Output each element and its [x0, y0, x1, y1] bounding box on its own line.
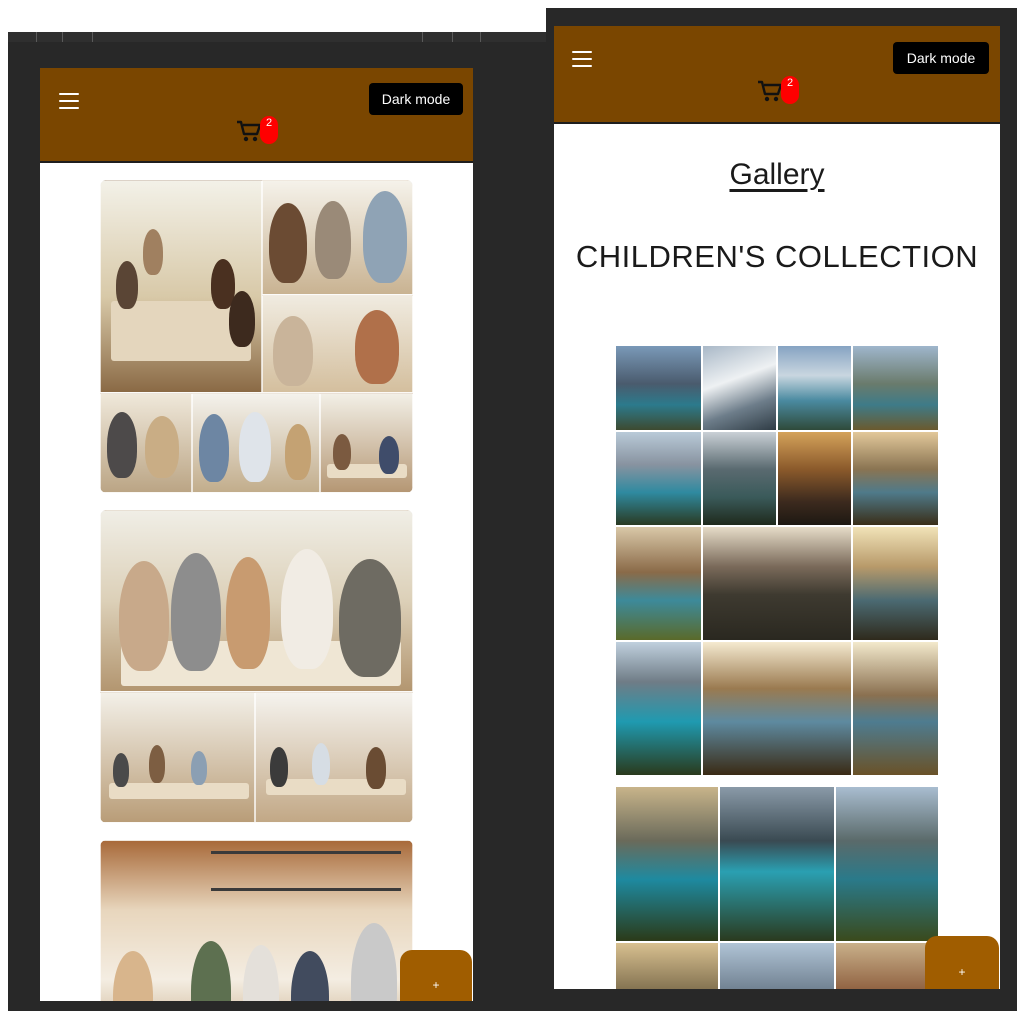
- cart-icon: [237, 120, 262, 142]
- toolbar-divider: [452, 32, 453, 42]
- cart-count-badge: 2: [781, 76, 799, 104]
- cart-count-badge: 2: [260, 116, 278, 144]
- gallery-image-team-meeting[interactable]: [100, 180, 413, 493]
- toolbar-divider: [480, 32, 481, 42]
- hamburger-icon[interactable]: [59, 93, 79, 114]
- gallery-image-alpine-lakes[interactable]: [615, 786, 939, 989]
- mobile-preview-left: Dark mode 2 +: [40, 68, 473, 1001]
- collection-heading: CHILDREN'S COLLECTION: [575, 239, 979, 274]
- toolbar-divider: [36, 32, 37, 42]
- add-button[interactable]: +: [925, 936, 999, 989]
- mobile-preview-right: Dark mode 2 Gallery CHILDREN'S COLLECTIO…: [554, 26, 1000, 989]
- gallery-image-team-celebration[interactable]: [100, 510, 413, 823]
- toolbar-divider: [92, 32, 93, 42]
- toolbar-divider: [62, 32, 63, 42]
- site-header: Dark mode 2: [554, 26, 1000, 124]
- gallery-image-team-office[interactable]: [100, 840, 413, 1001]
- hamburger-icon[interactable]: [572, 51, 592, 72]
- gallery-heading[interactable]: Gallery: [554, 158, 1000, 192]
- add-button[interactable]: +: [400, 950, 472, 1001]
- dark-mode-button[interactable]: Dark mode: [369, 83, 463, 115]
- toolbar-divider: [422, 32, 423, 42]
- gallery-image-mountain-lakes[interactable]: [615, 345, 939, 776]
- editor-toolbar-strip: [8, 32, 546, 42]
- cart-button[interactable]: 2: [235, 116, 278, 150]
- site-header: Dark mode 2: [40, 68, 473, 163]
- dark-mode-button[interactable]: Dark mode: [893, 42, 989, 74]
- cart-icon: [758, 80, 783, 102]
- cart-button[interactable]: 2: [756, 76, 799, 110]
